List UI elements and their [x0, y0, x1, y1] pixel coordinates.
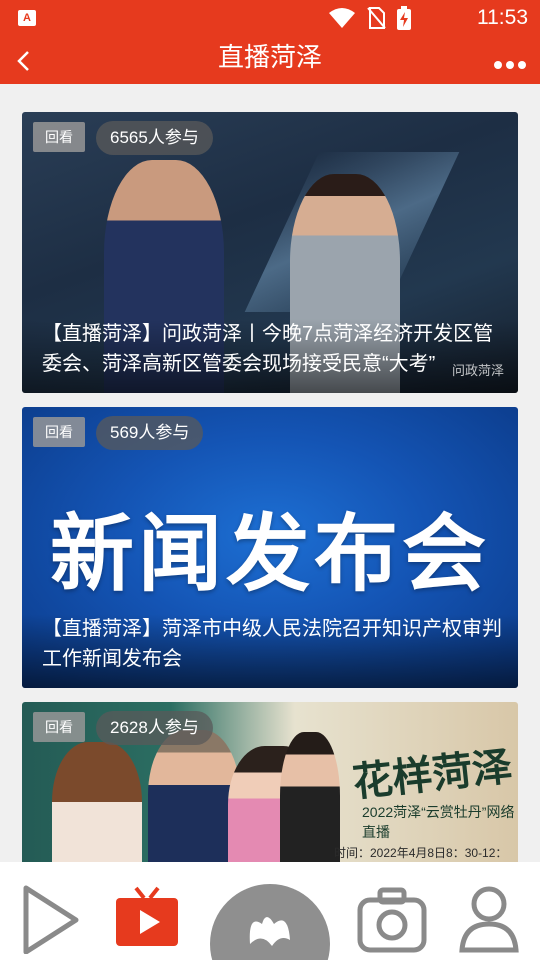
no-sim-icon — [367, 7, 386, 29]
live-card-title: 【直播菏泽】菏泽市中级人民法院召开知识产权审判工作新闻发布会 — [22, 614, 518, 688]
image-subtitle: 2022菏泽“云赏牡丹”网络直播 — [362, 804, 515, 840]
status-bar: A 11:53 — [0, 0, 540, 36]
live-card-title: 【直播菏泽】问政菏泽丨今晚7点菏泽经济开发区管委会、菏泽高新区管委会现场接受民意… — [22, 319, 518, 393]
wifi-icon — [329, 8, 355, 28]
replay-badge: 回看 — [33, 417, 85, 447]
tab-camera[interactable] — [356, 884, 427, 954]
user-icon — [459, 886, 519, 953]
live-feed-list[interactable]: 回看 6565人参与 【直播菏泽】问政菏泽丨今晚7点菏泽经济开发区管委会、菏泽高… — [0, 84, 540, 862]
replay-badge: 回看 — [33, 122, 85, 152]
image-time: 时间：2022年4月8日8：30-12：00 — [334, 846, 508, 862]
replay-badge: 回看 — [33, 712, 85, 742]
participants-count: 569人参与 — [96, 416, 204, 450]
page-title: 直播菏泽 — [217, 42, 322, 72]
tab-profile[interactable] — [456, 884, 522, 954]
more-dots-icon — [494, 61, 526, 69]
tab-video[interactable] — [18, 884, 84, 955]
image-headline: 花样菏泽 — [350, 742, 515, 807]
tab-home-center[interactable] — [210, 884, 330, 960]
image-watermark: 问政菏泽 — [451, 363, 504, 378]
live-card[interactable]: 回看 6565人参与 【直播菏泽】问政菏泽丨今晚7点菏泽经济开发区管委会、菏泽高… — [22, 112, 518, 393]
participants-count: 6565人参与 — [96, 121, 213, 155]
play-outline-icon — [23, 885, 79, 955]
camera-icon — [357, 887, 427, 953]
live-card[interactable]: 花样菏泽 2022菏泽“云赏牡丹”网络直播 时间：2022年4月8日8：30-1… — [22, 702, 518, 862]
status-time: 11:53 — [477, 6, 528, 29]
host-figure — [280, 732, 340, 862]
app-header: 直播菏泽 — [0, 36, 540, 84]
tab-live[interactable] — [114, 884, 180, 954]
image-headline: 新闻发布会 — [49, 507, 490, 601]
bottom-tab-bar — [0, 862, 540, 960]
host-figure — [52, 742, 142, 862]
app-notification-icon: A — [18, 10, 36, 26]
participants-count: 2628人参与 — [96, 711, 213, 745]
live-card[interactable]: 新闻发布会 回看 569人参与 【直播菏泽】菏泽市中级人民法院召开知识产权审判工… — [22, 407, 518, 688]
host-figure — [148, 730, 240, 862]
home-logo-icon — [249, 917, 290, 946]
battery-charging-icon — [397, 6, 411, 30]
more-button[interactable] — [490, 46, 530, 76]
status-icons — [328, 6, 412, 30]
tv-play-icon — [116, 886, 178, 946]
